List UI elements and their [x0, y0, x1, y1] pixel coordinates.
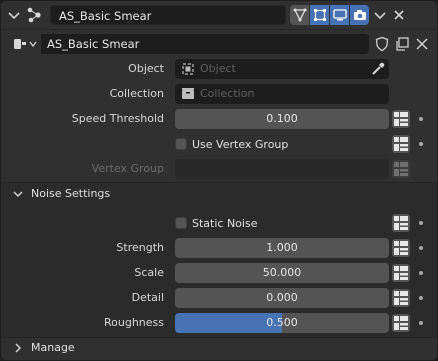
collection-icon	[182, 88, 194, 99]
eyedropper-icon[interactable]	[370, 61, 386, 77]
subpanel-divider	[1, 182, 437, 183]
chevron-down-icon	[29, 41, 37, 48]
vertex-group-row: Vertex Group	[1, 159, 437, 179]
viewport-icon	[332, 9, 347, 21]
detail-label: Detail	[131, 291, 164, 304]
attribute-toggle-icon[interactable]	[391, 238, 411, 258]
attribute-toggle-icon[interactable]	[391, 134, 411, 154]
collection-label: Collection	[109, 87, 164, 100]
noise-settings-header[interactable]: Noise Settings	[1, 184, 437, 204]
detail-slider[interactable]: 0.000	[175, 288, 389, 308]
scale-value: 50.000	[262, 266, 302, 279]
vertex-group-field	[175, 159, 389, 179]
attribute-toggle-icon[interactable]	[391, 263, 411, 283]
modifier-header: AS_Basic Smear	[1, 1, 437, 29]
roughness-label: Roughness	[103, 316, 164, 329]
collection-row: Collection Collection	[1, 84, 437, 104]
speed-threshold-label: Speed Threshold	[71, 112, 164, 125]
use-vertex-group-row: Use Vertex Group	[1, 134, 437, 154]
strength-row: Strength 1.000	[1, 238, 437, 258]
keyframe-dot[interactable]	[419, 117, 423, 121]
strength-label: Strength	[116, 241, 164, 254]
roughness-slider[interactable]: 0.500	[175, 313, 389, 333]
object-row: Object Object	[1, 59, 437, 79]
editmode-toggle-button[interactable]	[310, 5, 329, 25]
speed-threshold-row: Speed Threshold 0.100	[1, 109, 437, 129]
use-vertex-group-checkbox[interactable]: Use Vertex Group	[175, 134, 288, 154]
vertex-group-label: Vertex Group	[91, 162, 164, 175]
speed-threshold-slider[interactable]: 0.100	[175, 109, 389, 129]
manage-header[interactable]: Manage	[1, 338, 437, 358]
noise-settings-title: Noise Settings	[31, 187, 111, 200]
object-field[interactable]: Object	[175, 59, 389, 79]
viewport-toggle-button[interactable]	[330, 5, 349, 25]
camera-icon	[353, 10, 366, 20]
scale-label: Scale	[134, 266, 164, 279]
duplicate-icon[interactable]	[394, 36, 410, 52]
keyframe-dot[interactable]	[419, 221, 423, 225]
object-label: Object	[128, 62, 164, 75]
keyframe-dot[interactable]	[419, 296, 423, 300]
vertex-toggle-button[interactable]	[290, 5, 309, 25]
keyframe-dot[interactable]	[419, 142, 423, 146]
close-icon[interactable]	[391, 7, 407, 23]
strength-slider[interactable]: 1.000	[175, 238, 389, 258]
checkbox-box[interactable]	[175, 138, 187, 150]
geometry-nodes-modifier-icon	[27, 7, 41, 23]
speed-threshold-value: 0.100	[266, 112, 298, 125]
visibility-toggles	[290, 5, 369, 25]
use-vertex-group-label: Use Vertex Group	[192, 137, 289, 151]
header-divider	[1, 29, 437, 30]
chevron-right-icon	[15, 343, 22, 353]
static-noise-label: Static Noise	[192, 216, 258, 230]
static-noise-checkbox[interactable]: Static Noise	[175, 213, 257, 233]
fake-user-shield-icon[interactable]	[374, 36, 390, 52]
collection-placeholder: Collection	[200, 87, 255, 100]
attribute-toggle-icon[interactable]	[391, 288, 411, 308]
editmode-icon	[313, 9, 326, 21]
attribute-toggle-icon[interactable]	[391, 109, 411, 129]
attribute-toggle-icon	[392, 160, 410, 178]
detail-row: Detail 0.000	[1, 288, 437, 308]
manage-title: Manage	[31, 341, 75, 354]
attribute-toggle-icon[interactable]	[391, 213, 411, 233]
strength-value: 1.000	[266, 241, 298, 254]
scale-slider[interactable]: 50.000	[175, 263, 389, 283]
vertex-icon	[293, 8, 306, 22]
static-noise-row: Static Noise	[1, 213, 437, 233]
chevron-down-icon[interactable]	[6, 7, 22, 23]
chevron-down-icon[interactable]	[373, 7, 387, 23]
nodegroup-icon	[14, 39, 26, 49]
keyframe-dot[interactable]	[419, 321, 423, 325]
unlink-icon[interactable]	[414, 36, 430, 52]
object-placeholder: Object	[200, 62, 236, 75]
keyframe-dot[interactable]	[419, 246, 423, 250]
attribute-toggle-icon[interactable]	[391, 313, 411, 333]
chevron-down-icon	[13, 191, 23, 198]
keyframe-dot[interactable]	[419, 271, 423, 275]
roughness-value: 0.500	[266, 316, 298, 329]
node-group-selector: AS_Basic Smear	[1, 33, 437, 55]
modifier-panel: AS_Basic Smear AS_Basic Smear Object Obj…	[0, 0, 438, 361]
scale-row: Scale 50.000	[1, 263, 437, 283]
detail-value: 0.000	[266, 291, 298, 304]
checkbox-box[interactable]	[175, 217, 187, 229]
object-icon	[182, 63, 194, 75]
roughness-row: Roughness 0.500	[1, 313, 437, 333]
modifier-name-field[interactable]: AS_Basic Smear	[50, 5, 286, 25]
node-group-browse-button[interactable]	[9, 34, 41, 54]
node-group-name-field[interactable]: AS_Basic Smear	[41, 34, 369, 54]
collection-field[interactable]: Collection	[175, 84, 389, 104]
render-toggle-button[interactable]	[350, 5, 369, 25]
